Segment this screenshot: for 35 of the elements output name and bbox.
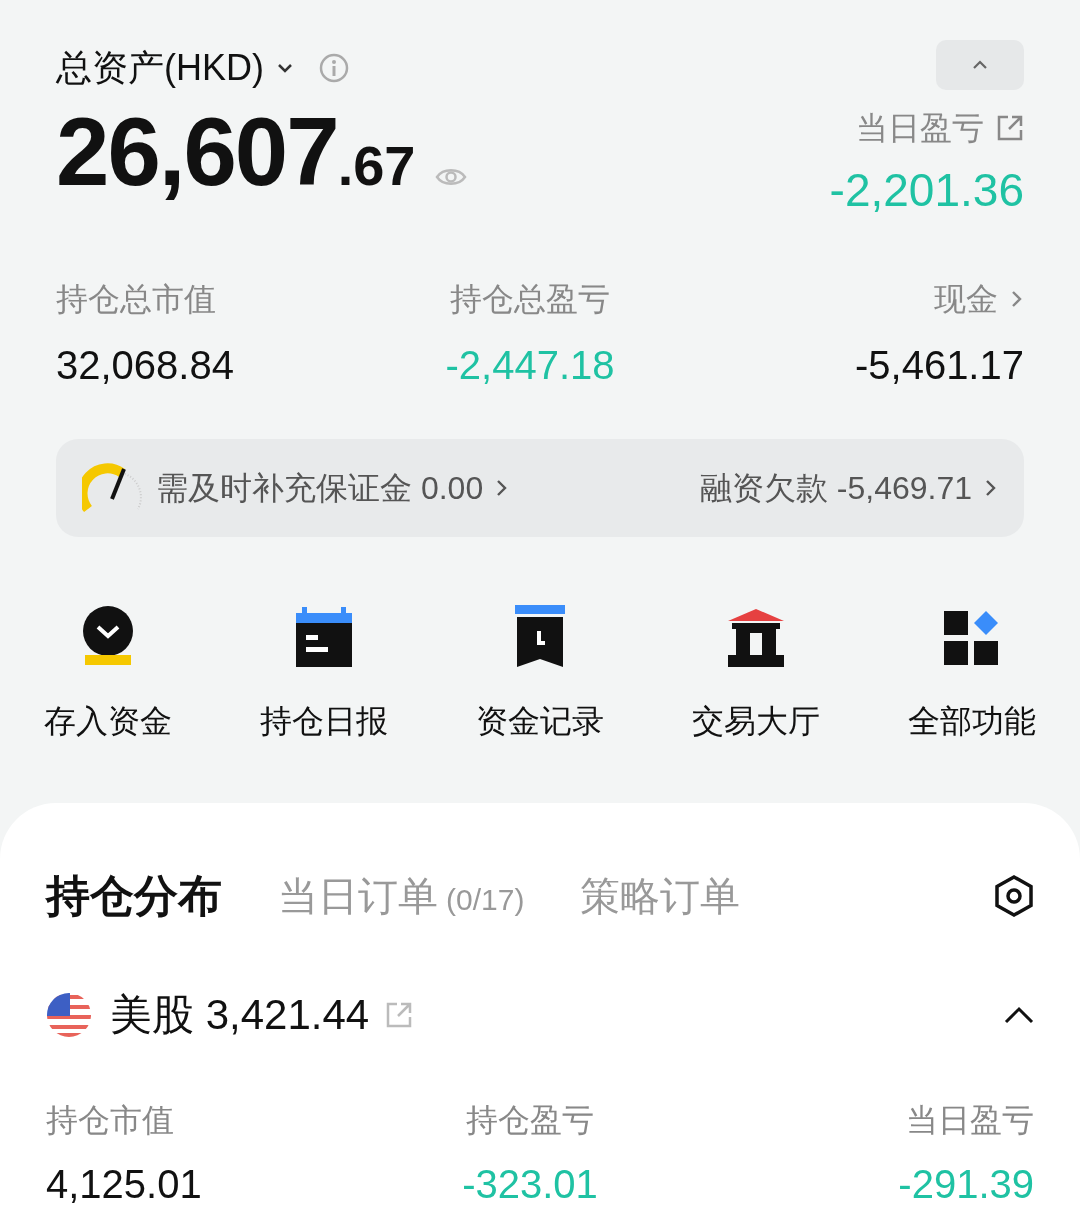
stat-value: -2,447.18 <box>445 342 615 389</box>
day-pnl-value: -2,201.36 <box>829 163 1024 218</box>
apps-grid-icon[interactable] <box>944 611 1000 667</box>
settings-icon[interactable] <box>994 874 1034 918</box>
account-title[interactable]: 总资产(HKD) <box>56 41 264 95</box>
chevron-down-icon[interactable] <box>276 62 294 74</box>
shortcut-label[interactable]: 全部功能 <box>908 697 1036 745</box>
stat-label: 持仓盈亏 <box>466 1101 594 1140</box>
stat-label: 持仓总盈亏 <box>450 280 610 319</box>
stat-value: 4,125.01 <box>46 1161 202 1208</box>
bank-building-icon[interactable] <box>726 609 786 667</box>
stat-value: 32,068.84 <box>56 342 234 389</box>
stat-value: -291.39 <box>898 1161 1034 1208</box>
stat-label: 持仓总市值 <box>56 280 216 319</box>
market-total: 美股 3,421.44 <box>110 990 370 1040</box>
shortcut-label[interactable]: 交易大厅 <box>692 697 820 745</box>
stat-value: -5,461.17 <box>854 342 1024 389</box>
total-assets: 26,607.67 <box>56 104 416 200</box>
flag-icon <box>46 991 92 1038</box>
shortcut-label[interactable]: 持仓日报 <box>260 697 388 745</box>
stat-label: 持仓市值 <box>46 1101 174 1140</box>
calendar-icon[interactable] <box>296 607 352 667</box>
stat-value: -323.01 <box>462 1161 598 1208</box>
chevron-up-icon[interactable] <box>1004 1005 1034 1024</box>
external-link-icon[interactable] <box>996 114 1024 142</box>
gauge-icon <box>82 463 144 513</box>
day-pnl-label: 当日盈亏 <box>856 109 984 148</box>
financing-debt-label[interactable]: 融资欠款 -5,469.71 <box>699 464 972 512</box>
bookmark-clock-icon[interactable] <box>515 605 565 667</box>
tab[interactable]: 持仓分布 <box>46 863 222 929</box>
shortcut-label[interactable]: 存入资金 <box>44 697 172 745</box>
shortcut-label[interactable]: 资金记录 <box>476 697 604 745</box>
chevron-up-icon <box>972 60 988 70</box>
stat-label: 当日盈亏 <box>906 1101 1034 1140</box>
margin-call-label[interactable]: 需及时补充保证金 0.00 <box>156 464 484 512</box>
